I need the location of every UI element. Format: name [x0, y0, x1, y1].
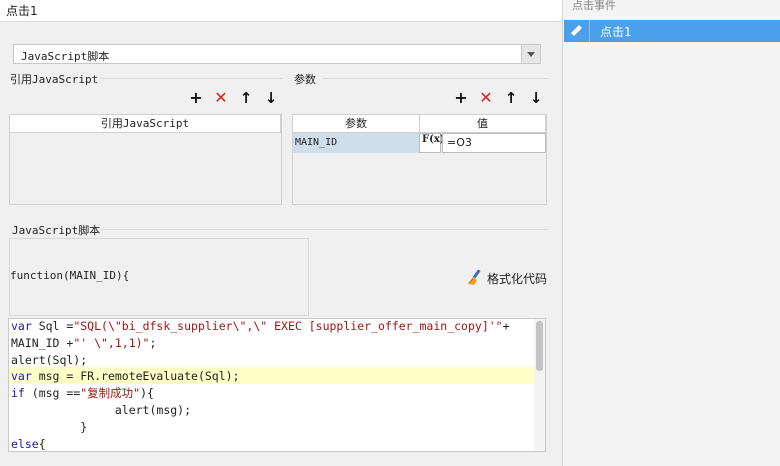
- code-token: if: [11, 386, 25, 401]
- function-signature: function(MAIN_ID){: [10, 269, 130, 282]
- params-add-button[interactable]: +: [452, 89, 470, 107]
- code-line[interactable]: else{: [11, 436, 46, 451]
- events-list-panel: 点击事件 点击1: [562, 0, 780, 466]
- code-token: ;: [149, 335, 157, 350]
- event-title: 点击1: [6, 4, 38, 18]
- code-token: var: [11, 369, 32, 384]
- ref-js-table[interactable]: 引用JavaScript: [9, 114, 282, 205]
- code-token: {: [38, 436, 46, 451]
- code-token: MAIN_ID +: [11, 335, 74, 350]
- ref-js-column-header[interactable]: 引用JavaScript: [10, 115, 281, 133]
- code-scrollbar[interactable]: [534, 319, 545, 451]
- code-token: else: [11, 436, 39, 451]
- code-token: ){: [140, 386, 154, 401]
- script-type-select[interactable]: JavaScript脚本: [13, 44, 541, 64]
- ref-js-divider: [100, 78, 282, 79]
- function-signature-box: function(MAIN_ID){: [9, 238, 309, 316]
- event-title-bar: 点击1: [0, 0, 562, 22]
- code-line[interactable]: alert(msg);: [11, 402, 191, 419]
- params-move-down-button[interactable]: ↓: [527, 89, 545, 107]
- event-editor-panel: 点击1 JavaScript脚本 引用JavaScript + ✕ ↑ ↓ 引用…: [0, 0, 562, 466]
- event-item-separator: [589, 20, 590, 42]
- param-value-input[interactable]: =O3: [442, 133, 546, 153]
- code-token: alert(Sql);: [11, 352, 88, 367]
- script-type-value: JavaScript脚本: [21, 50, 110, 63]
- broom-icon: [468, 269, 481, 285]
- code-token: "' \",1,1)": [73, 335, 150, 350]
- ref-js-label: 引用JavaScript: [10, 73, 99, 86]
- event-item-label: 点击1: [600, 25, 632, 39]
- js-script-label: JavaScript脚本: [12, 224, 101, 237]
- code-line[interactable]: alert(Sql);: [11, 352, 87, 369]
- format-code-label: 格式化代码: [487, 272, 548, 286]
- code-token: msg = FR.remoteEvaluate(Sql);: [31, 369, 240, 384]
- formula-fx-button[interactable]: F(x): [419, 133, 445, 153]
- ref-js-move-down-button[interactable]: ↓: [262, 89, 280, 107]
- code-token: (msg ==: [24, 386, 81, 401]
- code-token: Sql =: [31, 319, 74, 333]
- params-column-name[interactable]: 参数: [293, 115, 420, 133]
- events-panel-title: 点击事件: [572, 0, 616, 12]
- code-token: alert(msg);: [11, 403, 192, 417]
- js-script-divider: [100, 229, 548, 230]
- ref-js-move-up-button[interactable]: ↑: [237, 89, 255, 107]
- code-token: var: [11, 319, 32, 333]
- code-line[interactable]: if (msg =="复制成功"){: [11, 385, 154, 402]
- code-token: "SQL(\"bi_dfsk_supplier\",\" EXEC [suppl…: [73, 319, 503, 333]
- params-label: 参数: [294, 73, 316, 86]
- code-scrollbar-thumb[interactable]: [536, 321, 543, 371]
- code-token: "复制成功": [80, 386, 141, 401]
- code-token: +: [502, 319, 510, 333]
- code-editor[interactable]: var Sql ="SQL(\"bi_dfsk_supplier\",\" EX…: [8, 318, 546, 452]
- code-token: }: [11, 419, 88, 434]
- ref-js-add-button[interactable]: +: [187, 89, 205, 107]
- params-table[interactable]: 参数 值 MAIN_ID F(x) =O3: [292, 114, 547, 205]
- params-divider: [322, 78, 548, 79]
- code-line[interactable]: }: [11, 419, 87, 436]
- event-list-item[interactable]: 点击1: [564, 20, 780, 42]
- pencil-icon[interactable]: [567, 22, 585, 40]
- params-delete-button[interactable]: ✕: [477, 89, 495, 107]
- code-line[interactable]: var msg = FR.remoteEvaluate(Sql);: [11, 368, 240, 385]
- chevron-down-icon[interactable]: [521, 45, 540, 63]
- code-line[interactable]: MAIN_ID +"' \",1,1)";: [11, 335, 156, 352]
- ref-js-delete-button[interactable]: ✕: [212, 89, 230, 107]
- params-column-value[interactable]: 值: [420, 115, 546, 133]
- params-move-up-button[interactable]: ↑: [502, 89, 520, 107]
- code-line[interactable]: var Sql ="SQL(\"bi_dfsk_supplier\",\" EX…: [11, 319, 510, 335]
- param-name-cell[interactable]: MAIN_ID: [293, 133, 419, 153]
